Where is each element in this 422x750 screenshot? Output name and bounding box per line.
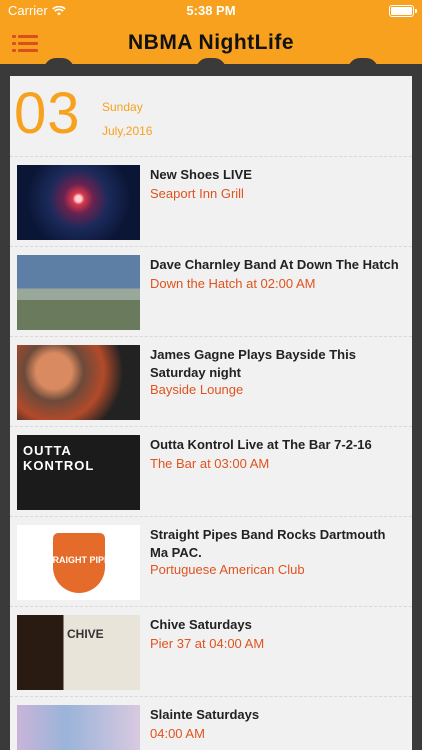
event-row[interactable]: OUTTA KONTROL Outta Kontrol Live at The …	[10, 426, 412, 516]
tab-notch	[348, 58, 378, 70]
event-image: CHIVE	[17, 615, 140, 690]
battery-icon	[389, 5, 417, 17]
event-image	[17, 255, 140, 330]
event-venue: Pier 37 at 04:00 AM	[150, 636, 265, 651]
date-header: 03 Sunday July,2016	[10, 76, 412, 154]
event-title: New Shoes LIVE	[150, 167, 252, 182]
event-row[interactable]: Dave Charnley Band At Down The Hatch Dow…	[10, 246, 412, 336]
clock: 5:38 PM	[186, 3, 236, 18]
event-title: James Gagne Plays Bayside This Saturday …	[150, 347, 356, 380]
event-row[interactable]: Slainte Saturdays 04:00 AM	[10, 696, 412, 750]
event-venue: The Bar at 03:00 AM	[150, 456, 270, 471]
date-day: 03	[14, 81, 81, 146]
event-image	[17, 705, 140, 750]
event-title: Chive Saturdays	[150, 617, 252, 632]
events-list[interactable]: 03 Sunday July,2016 New Shoes LIVE Seapo…	[10, 76, 412, 750]
event-image: STRAIGHT PIPES	[17, 525, 140, 600]
event-venue: Portuguese American Club	[150, 562, 305, 577]
event-image: OUTTA KONTROL	[17, 435, 140, 510]
event-venue: Bayside Lounge	[150, 382, 244, 397]
event-image	[17, 345, 140, 420]
app-title: NBMA NightLife	[127, 31, 295, 54]
event-venue: Down the Hatch at 02:00 AM	[150, 276, 316, 291]
event-title: Dave Charnley Band At Down The Hatch	[150, 257, 399, 272]
event-venue: Seaport Inn Grill	[150, 186, 244, 201]
status-bar: Carrier 5:38 PM	[0, 0, 422, 22]
event-row[interactable]: STRAIGHT PIPES Straight Pipes Band Rocks…	[10, 516, 412, 606]
event-venue: 04:00 AM	[150, 726, 205, 741]
event-image	[17, 165, 140, 240]
event-row[interactable]: New Shoes LIVE Seaport Inn Grill	[10, 156, 412, 246]
event-title: Slainte Saturdays	[150, 707, 260, 722]
tab-notch	[44, 58, 74, 70]
event-title: Outta Kontrol Live at The Bar 7-2-16	[150, 437, 372, 452]
tab-notch	[196, 58, 226, 70]
date-weekday: Sunday	[102, 100, 143, 114]
date-month-year: July,2016	[102, 124, 153, 138]
event-title: Straight Pipes Band Rocks Dartmouth Ma P…	[150, 527, 386, 560]
event-row[interactable]: James Gagne Plays Bayside This Saturday …	[10, 336, 412, 426]
event-row[interactable]: CHIVE Chive Saturdays Pier 37 at 04:00 A…	[10, 606, 412, 696]
